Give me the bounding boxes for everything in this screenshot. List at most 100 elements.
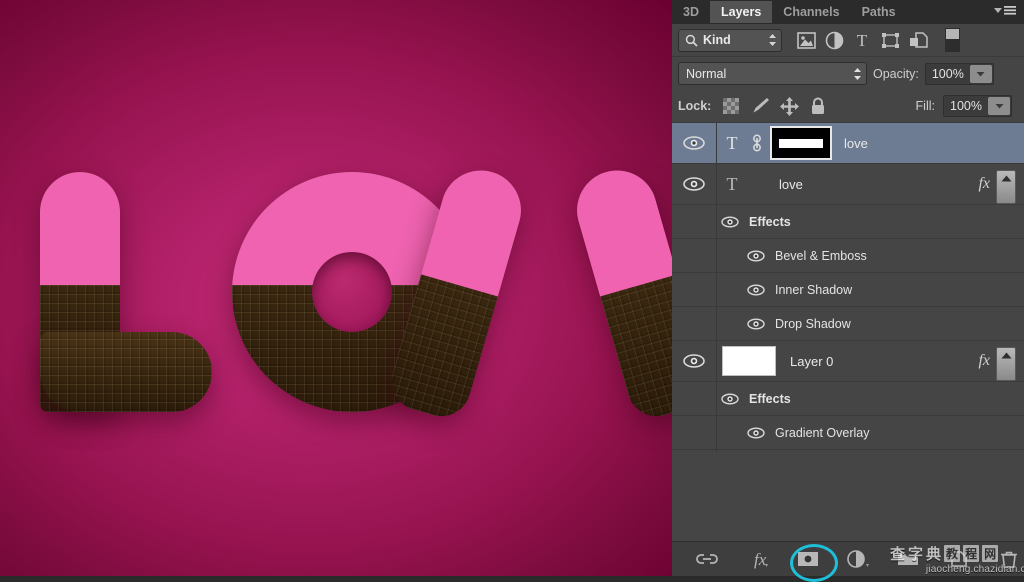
tab-3d[interactable]: 3D [672,1,710,23]
letter-O-counter [312,252,392,332]
effect-label-drop-shadow[interactable]: Drop Shadow [775,317,851,331]
list-item[interactable]: Effects [672,378,1024,419]
layer-visibility-toggle[interactable] [672,164,717,204]
effects-twirl-toggle[interactable] [996,347,1016,381]
watermark-char-1: 查 [890,545,906,563]
eye-icon [683,354,705,368]
list-item[interactable]: Effects [672,201,1024,242]
document-canvas[interactable] [0,0,672,576]
table-row[interactable]: T love fx [672,164,1024,205]
layer-name[interactable]: Layer 0 [790,354,833,369]
letter-V-right-stroke [567,160,672,424]
lock-position-icon[interactable] [776,94,802,118]
artwork-love-letters [0,0,672,576]
add-layer-mask-icon[interactable] [793,547,823,571]
blend-mode-dropdown[interactable]: Normal [678,62,867,85]
eye-icon[interactable] [717,392,743,405]
lock-transparent-pixels-icon[interactable] [718,94,744,118]
eye-icon[interactable] [743,426,769,439]
adjustment-layer-filter-icon[interactable] [820,27,848,53]
lock-row: Lock: Fill: 100% [672,90,1024,123]
effects-twirl-toggle[interactable] [996,170,1016,204]
effect-visibility-toggle[interactable] [672,303,717,344]
tab-layers[interactable]: Layers [709,1,773,23]
new-adjustment-layer-icon[interactable] [843,547,873,571]
type-layer-T-icon: T [717,133,747,153]
watermark-boxed-char-2: 程 [963,545,980,562]
watermark-characters: 查 字 典 教 程 网 [890,543,1024,564]
table-row[interactable]: Layer 0 fx [672,341,1024,382]
filter-kind-label: Kind [703,33,731,47]
tab-channels[interactable]: Channels [772,1,850,23]
chocolate-texture [40,332,212,412]
blend-mode-value: Normal [686,66,727,81]
fill-field[interactable]: 100% [943,95,1012,117]
watermark-boxed-char-3: 网 [982,545,999,562]
svg-text:T: T [727,174,738,194]
layer-fx-badge[interactable]: fx [978,352,990,370]
layer-visibility-toggle[interactable] [672,341,717,381]
effect-visibility-toggle[interactable] [672,412,717,453]
watermark-boxed-char-1: 教 [944,545,961,562]
eye-icon [683,177,705,191]
effect-label-bevel-emboss[interactable]: Bevel & Emboss [775,249,867,263]
list-item[interactable]: Drop Shadow [672,303,1024,344]
filter-toggle-switch-icon[interactable] [938,27,966,53]
pixel-layer-filter-icon[interactable] [792,27,820,53]
layer-mask-thumbnail[interactable] [770,126,832,160]
svg-text:T: T [857,31,868,49]
opacity-dropdown-arrow[interactable] [969,64,992,83]
list-item[interactable]: Gradient Overlay [672,412,1024,453]
eye-icon[interactable] [743,249,769,262]
filter-kind-dropdown[interactable]: Kind [678,28,782,52]
layers-panel-bottom-bar: fx 查 字 典 教 程 网 jiaocheng.chazidian.c [672,541,1024,582]
search-icon [685,34,698,47]
opacity-value: 100% [931,66,964,81]
eye-icon [683,136,705,150]
lock-all-icon[interactable] [805,94,831,118]
link-mask-icon[interactable] [747,134,767,152]
layer-name[interactable]: love [844,136,868,151]
photoshop-screenshot: 3D Layers Channels Paths Kind T Normal O… [0,0,1024,582]
add-layer-style-fx-icon[interactable]: fx [742,547,772,571]
table-row[interactable]: T love [672,123,1024,164]
pink-top-half [40,172,120,285]
fill-value: 100% [950,99,982,113]
layer-thumbnail[interactable] [722,346,776,376]
link-layers-icon[interactable] [692,547,722,571]
svg-text:fx: fx [754,550,767,569]
layer-name[interactable]: love [779,177,803,192]
watermark-char-3: 典 [926,545,942,563]
smart-object-filter-icon[interactable] [904,27,932,53]
blend-mode-row: Normal Opacity: 100% [672,57,1024,90]
site-watermark: 查 字 典 教 程 网 jiaocheng.chazidian.com [890,543,1024,575]
eye-icon[interactable] [717,215,743,228]
layer-visibility-toggle[interactable] [672,123,717,163]
effects-group-label: Effects [749,214,791,229]
list-item[interactable]: Inner Shadow [672,269,1024,310]
tab-paths[interactable]: Paths [851,1,907,23]
eye-icon[interactable] [743,283,769,296]
layer-list[interactable]: T love T love fx Effects Bevel & Emboss … [672,123,1024,486]
updown-arrows-icon [854,67,861,80]
fill-dropdown-arrow[interactable] [988,97,1010,115]
layer-filter-row: Kind T [672,24,1024,57]
effect-label-inner-shadow[interactable]: Inner Shadow [775,283,852,297]
panel-menu-icon[interactable] [992,4,1018,18]
shape-layer-filter-icon[interactable] [876,27,904,53]
watermark-url: jiaocheng.chazidian.com [925,564,1024,575]
svg-text:T: T [727,133,738,153]
lock-image-pixels-icon[interactable] [747,94,773,118]
list-item[interactable]: Bevel & Emboss [672,235,1024,276]
updown-arrows-icon [769,34,776,46]
letter-L-foot [40,332,212,412]
eye-icon[interactable] [743,317,769,330]
effect-label-gradient-overlay[interactable]: Gradient Overlay [775,426,869,440]
layers-panel: 3D Layers Channels Paths Kind T Normal O… [672,0,1024,582]
type-layer-T-icon: T [717,174,747,194]
layer-list-empty-area[interactable] [672,450,1024,486]
watermark-char-2: 字 [908,545,924,563]
type-layer-filter-icon[interactable]: T [848,27,876,53]
opacity-field[interactable]: 100% [924,62,994,85]
layer-fx-badge[interactable]: fx [978,175,990,193]
